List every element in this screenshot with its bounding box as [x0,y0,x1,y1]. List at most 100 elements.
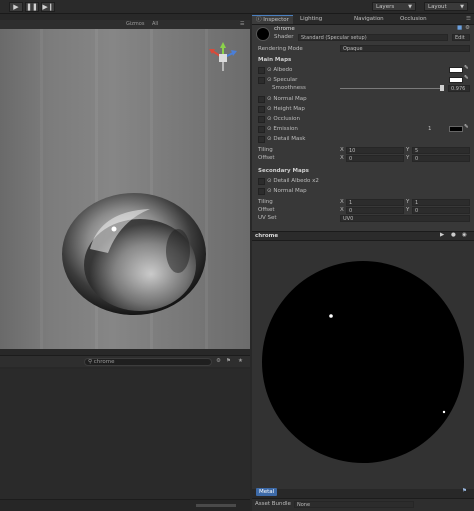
zoom-slider[interactable] [196,504,236,507]
color-picker-icon[interactable]: ✎ [464,75,469,81]
detail-albedo-slot[interactable] [258,178,265,185]
tab-lighting[interactable]: Lighting [296,15,326,24]
tag-icon[interactable]: ⚑ [462,488,467,494]
offset-y-label: Y [406,155,410,161]
occlusion-slot[interactable] [258,116,265,123]
emission-color-swatch[interactable] [449,126,463,132]
specular-texture-slot[interactable] [258,77,265,84]
sec-offset-y-label: Y [406,207,410,213]
material-preview[interactable] [252,241,474,489]
tab-occlusion[interactable]: Occlusion [396,15,431,24]
detail-albedo-row: ⊙ Detail Albedo x2 [267,177,319,185]
circle-icon: ⊙ [267,116,272,122]
info-icon: ⓘ [256,17,262,23]
pause-button[interactable]: ❚❚ [25,2,39,12]
tab-occlusion-label: Occlusion [400,16,427,22]
sec-tiling-y-label: Y [406,199,410,205]
albedo-color-swatch[interactable] [449,67,463,73]
height-map-label: Height Map [273,106,305,112]
specular-label: Specular [273,77,298,83]
scene-view[interactable] [0,29,250,349]
sec-tiling-x-label: X [340,199,344,205]
tiling-y-label: Y [406,147,410,153]
wall-texture [40,29,43,349]
play-button[interactable]: ▶ [9,2,23,12]
tiling-x-input[interactable]: 10 [346,147,404,154]
detail-albedo-label: Detail Albedo x2 [273,178,319,184]
offset-x-input[interactable]: 0 [346,155,404,162]
panel-menu-icon[interactable]: ☰ [466,16,471,22]
chrome-sphere-object[interactable] [60,191,208,317]
uv-set-dropdown[interactable]: UV0 [340,215,470,222]
normal-map-row: ⊙ Normal Map [267,95,307,103]
inspector-tabs: ⓘ Inspector Lighting Navigation Occlusio… [252,14,474,25]
project-file-list[interactable] [0,369,250,499]
sec-offset-x-value: 0 [349,208,353,214]
preview-header: chrome ▶ ● ◉ [252,231,474,241]
detail-normal-label: Normal Map [273,188,307,194]
albedo-texture-slot[interactable] [258,67,265,74]
tiling-y-input[interactable]: 5 [412,147,470,154]
emission-slot[interactable] [258,126,265,133]
sec-tiling-y-input[interactable]: 1 [412,199,470,206]
asset-bundle-dropdown[interactable]: None [294,501,414,508]
tab-inspector[interactable]: ⓘ Inspector [252,15,293,24]
star-icon[interactable]: ★ [238,358,243,364]
tab-navigation[interactable]: Navigation [350,15,388,24]
albedo-label: Albedo [273,67,293,73]
scene-search[interactable]: All [152,21,158,27]
play-preview-icon[interactable]: ▶ [440,232,444,238]
step-button[interactable]: ▶❙ [41,2,55,12]
sec-offset-x-input[interactable]: 0 [346,207,404,214]
main-toolbar: ▶ ❚❚ ▶❙ Layers ▼ Layout ▼ [0,0,474,14]
detail-normal-row: ⊙ Normal Map [267,187,307,195]
circle-icon: ⊙ [267,136,272,142]
sec-tiling-x-value: 1 [349,200,353,206]
smoothness-input[interactable]: 0.976 [448,85,470,92]
offset-y-input[interactable]: 0 [412,155,470,162]
edit-shader-button[interactable]: Edit [452,34,470,41]
help-icon[interactable]: ■ [457,25,462,31]
filter-icon[interactable]: ⚙ [216,358,221,364]
preview-shape-icon[interactable]: ● [451,232,456,238]
emission-label: Emission [273,126,298,132]
search-icon: ⚲ [88,359,93,365]
height-map-slot[interactable] [258,106,265,113]
gear-icon[interactable]: ⚙ [465,25,470,31]
offset-y-value: 0 [415,156,419,162]
search-value: chrome [93,359,115,365]
detail-mask-slot[interactable] [258,136,265,143]
scene-orientation-gizmo[interactable] [206,41,240,75]
sec-tiling-x-input[interactable]: 1 [346,199,404,206]
edit-label: Edit [455,35,465,41]
shader-dropdown[interactable]: Standard (Specular setup) [298,34,448,41]
color-picker-icon[interactable]: ✎ [464,124,469,130]
layout-dropdown[interactable]: Layout ▼ [424,2,468,11]
color-picker-icon[interactable]: ✎ [464,65,469,71]
smoothness-value: 0.976 [451,86,466,92]
preview-badge: Metal [256,488,278,496]
smoothness-slider[interactable] [340,88,442,89]
layout-label: Layout [428,4,447,10]
gizmos-dropdown[interactable]: Gizmos [126,21,144,27]
panel-menu-icon[interactable]: ☰ [240,21,244,27]
offset-label: Offset [258,155,275,161]
preview-light-icon[interactable]: ◉ [462,232,467,238]
rendering-mode-label: Rendering Mode [258,46,303,52]
offset-x-label: X [340,155,344,161]
rendering-mode-dropdown[interactable]: Opaque [340,45,470,52]
height-map-row: ⊙ Height Map [267,105,305,113]
detail-normal-slot[interactable] [258,188,265,195]
project-search-input[interactable]: ⚲ chrome [84,358,212,366]
smoothness-slider-thumb[interactable] [440,85,444,91]
sec-tiling-y-value: 1 [415,200,419,206]
chevron-down-icon: ▼ [408,4,412,10]
specular-color-swatch[interactable] [449,77,463,83]
emission-intensity[interactable]: 1 [428,125,432,133]
normal-map-slot[interactable] [258,96,265,103]
layers-dropdown[interactable]: Layers ▼ [372,2,416,11]
scene-toolbar: Gizmos All ☰ [0,20,250,29]
label-icon[interactable]: ⚑ [226,358,231,364]
sec-offset-y-input[interactable]: 0 [412,207,470,214]
smoothness-label: Smoothness [272,85,306,91]
